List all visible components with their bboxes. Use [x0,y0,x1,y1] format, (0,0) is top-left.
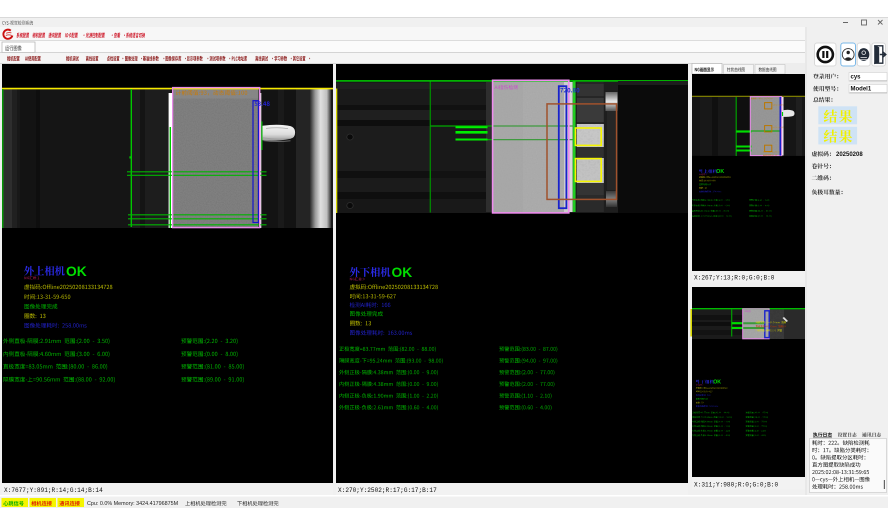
svg-text:Model1: Model1 [851,87,872,93]
svg-text:X:311;Y:980;R:0;G:0;B:0: X:311;Y:980;R:0;G:0;B:0 [694,481,778,488]
svg-text:cys: cys [851,75,862,81]
svg-text:20250208: 20250208 [836,152,863,158]
svg-text:OK: OK [716,169,724,175]
svg-text:X:267;Y:13;R:0;G:0;B:0: X:267;Y:13;R:0;G:0;B:0 [694,274,775,281]
svg-text:OK: OK [392,265,413,280]
svg-text:OK: OK [713,380,721,386]
svg-text:Cpu: 0.0% Memory: 3424.4179687: Cpu: 0.0% Memory: 3424.41796875M [87,501,179,507]
svg-text:OK: OK [66,264,87,279]
svg-text:X:7677;Y:891;R:14;G:14;B:14: X:7677;Y:891;R:14;G:14;B:14 [4,487,103,494]
svg-text:X:270;Y:2502;R:17;G:17;B:17: X:270;Y:2502;R:17;G:17;B:17 [338,487,437,494]
